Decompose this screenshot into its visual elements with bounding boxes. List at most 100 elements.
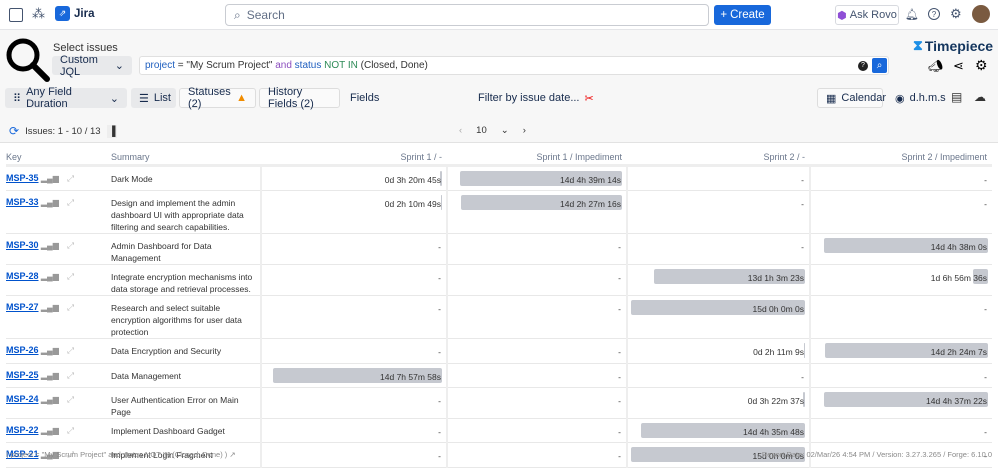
duration-value: 0d 2h 11m 9s xyxy=(753,346,804,357)
expand-icon[interactable]: ⤢ xyxy=(67,425,74,435)
duration-value: 13d 1h 3m 23s xyxy=(747,272,804,283)
prev-page-icon[interactable]: ‹ xyxy=(459,125,462,136)
settings-icon[interactable]: ⚙ xyxy=(950,6,962,22)
duration-value: 14d 7h 57m 58s xyxy=(380,371,441,382)
statuses-button[interactable]: Statuses (2) ▲ xyxy=(179,86,256,110)
duration-cell: - xyxy=(260,418,447,443)
chart-icon[interactable]: ▂▄▆ xyxy=(41,241,59,250)
external-link-icon[interactable]: ↗ xyxy=(229,450,235,459)
issue-summary: Data Encryption and Security xyxy=(111,345,222,356)
rovo-icon: ⬢ xyxy=(837,9,847,22)
filter-by-date-button[interactable]: Filter by issue date... ✂ xyxy=(470,88,602,108)
chevron-down-icon[interactable]: ⌄ xyxy=(501,125,509,136)
issue-key-link[interactable]: MSP-27 xyxy=(6,302,39,312)
chart-icon[interactable]: ▂▄▆ xyxy=(41,272,59,281)
chart-icon[interactable]: ▂▄▆ xyxy=(41,395,59,404)
duration-value: 15d 0h 0m 0s xyxy=(752,303,804,314)
issue-key-link[interactable]: MSP-22 xyxy=(6,425,39,435)
chart-icon[interactable]: ▂▄▆ xyxy=(41,346,59,355)
create-button[interactable]: + Create xyxy=(714,5,771,25)
duration-value: - xyxy=(438,426,441,437)
issue-key-link[interactable]: MSP-25 xyxy=(6,370,39,380)
expand-icon[interactable]: ⤢ xyxy=(67,271,74,281)
jql-input[interactable]: project = "My Scrum Project" and status … xyxy=(139,56,889,75)
column-header[interactable]: Sprint 2 / - xyxy=(627,150,810,167)
column-header[interactable]: Key xyxy=(6,150,111,167)
jql-help-icon[interactable]: ? xyxy=(858,61,868,71)
cloud-download-icon[interactable]: ☁ xyxy=(974,90,986,104)
query-mode-select[interactable]: Custom JQL ⌄ xyxy=(52,54,132,78)
expand-icon[interactable]: ⤢ xyxy=(67,197,74,207)
avatar[interactable] xyxy=(972,5,990,23)
share-icon[interactable]: ⋖ xyxy=(953,58,964,74)
key-cell: MSP-24 ▂▄▆ ⤢ xyxy=(6,387,111,419)
issue-key-link[interactable]: MSP-30 xyxy=(6,240,39,250)
duration-cell: - xyxy=(260,264,447,296)
any-field-duration-dropdown[interactable]: ⠿ Any Field Duration ⌄ xyxy=(5,86,127,110)
key-cell: MSP-35 ▂▄▆ ⤢ xyxy=(6,165,111,191)
calendar-button[interactable]: ▦ Calendar xyxy=(817,88,886,108)
duration-cell: 15d 0h 0m 0s xyxy=(626,295,810,339)
duration-value: - xyxy=(438,272,441,283)
search-icon: ⌕ xyxy=(234,7,241,22)
duration-value: 14d 4h 38m 0s xyxy=(930,241,987,252)
chart-icon[interactable]: ▂▄▆ xyxy=(41,303,59,312)
issue-key-link[interactable]: MSP-24 xyxy=(6,394,39,404)
expand-icon[interactable]: ⤢ xyxy=(67,302,74,312)
app-switcher-icon[interactable]: ⁂ xyxy=(32,6,45,22)
issue-key-link[interactable]: MSP-28 xyxy=(6,271,39,281)
issue-key-link[interactable]: MSP-35 xyxy=(6,173,39,183)
fields-button[interactable]: Fields xyxy=(342,88,387,108)
summary-cell: User Authentication Error on Main Page xyxy=(111,387,261,419)
jql-list: (Closed, Done) xyxy=(357,60,428,71)
key-cell: MSP-30 ▂▄▆ ⤢ xyxy=(6,233,111,265)
announcement-icon[interactable]: 📣︎ xyxy=(928,59,943,73)
duration-cell: - xyxy=(260,338,447,364)
duration-cell: 14d 2h 24m 7s xyxy=(809,338,992,364)
jql-field: status xyxy=(291,60,325,71)
column-header[interactable]: Summary xyxy=(111,150,261,167)
expand-icon[interactable]: ⤢ xyxy=(67,240,74,250)
expand-icon[interactable]: ⤢ xyxy=(67,173,74,183)
jira-logo-icon[interactable]: ⇗ xyxy=(55,6,70,21)
refresh-icon[interactable]: ⟳ xyxy=(9,124,19,138)
issue-summary: User Authentication Error on Main Page xyxy=(111,394,239,417)
sidebar-toggle-icon[interactable] xyxy=(9,8,23,22)
chevron-down-icon: ⌄ xyxy=(109,92,119,105)
export-report-icon[interactable]: ▤ xyxy=(951,90,962,104)
summary-cell: Admin Dashboard for Data Management xyxy=(111,233,261,265)
chart-icon[interactable]: ▐ xyxy=(106,124,118,138)
ask-rovo-button[interactable]: ⬢ Ask Rovo xyxy=(835,5,899,25)
expand-icon[interactable]: ⤢ xyxy=(67,345,74,355)
duration-cell: 14d 2h 27m 16s xyxy=(446,190,627,234)
next-page-icon[interactable]: › xyxy=(523,125,526,136)
chart-icon[interactable]: ▂▄▆ xyxy=(41,371,59,380)
settings-icon[interactable]: ⚙ xyxy=(975,57,988,74)
page-size-select[interactable]: 10 xyxy=(476,125,487,136)
search-input[interactable]: ⌕ Search xyxy=(225,4,709,26)
summary-cell: Integrate encryption mechanisms into dat… xyxy=(111,264,261,296)
grid-icon: ⠿ xyxy=(13,92,22,105)
chart-icon[interactable]: ▂▄▆ xyxy=(41,174,59,183)
chart-icon[interactable]: ▂▄▆ xyxy=(41,198,59,207)
expand-icon[interactable]: ⤢ xyxy=(67,370,74,380)
chart-icon[interactable]: ▂▄▆ xyxy=(41,426,59,435)
jql-operator: NOT IN xyxy=(324,60,358,71)
jql-search-button[interactable]: ⌕ xyxy=(872,58,887,73)
issue-key-link[interactable]: MSP-26 xyxy=(6,345,39,355)
history-fields-button[interactable]: History Fields (2) xyxy=(259,86,340,110)
column-header[interactable]: Sprint 1 / Impediment xyxy=(447,150,627,167)
duration-value: - xyxy=(984,303,987,314)
duration-cell: 14d 4h 38m 0s xyxy=(809,233,992,265)
column-header[interactable]: Sprint 2 / Impediment xyxy=(810,150,992,167)
help-icon[interactable]: ? xyxy=(928,8,940,20)
issue-key-link[interactable]: MSP-33 xyxy=(6,197,39,207)
notifications-icon[interactable]: 🔔︎ xyxy=(905,8,919,21)
expand-icon[interactable]: ⤢ xyxy=(67,394,74,404)
history-label: History Fields (2) xyxy=(268,86,314,110)
column-header[interactable]: Sprint 1 / - xyxy=(261,150,447,167)
list-button[interactable]: ☰ List xyxy=(131,88,176,108)
duration-value: - xyxy=(438,346,441,357)
app-name[interactable]: Jira xyxy=(74,8,94,20)
time-format-button[interactable]: ◉ d.h.m.s xyxy=(887,88,954,108)
